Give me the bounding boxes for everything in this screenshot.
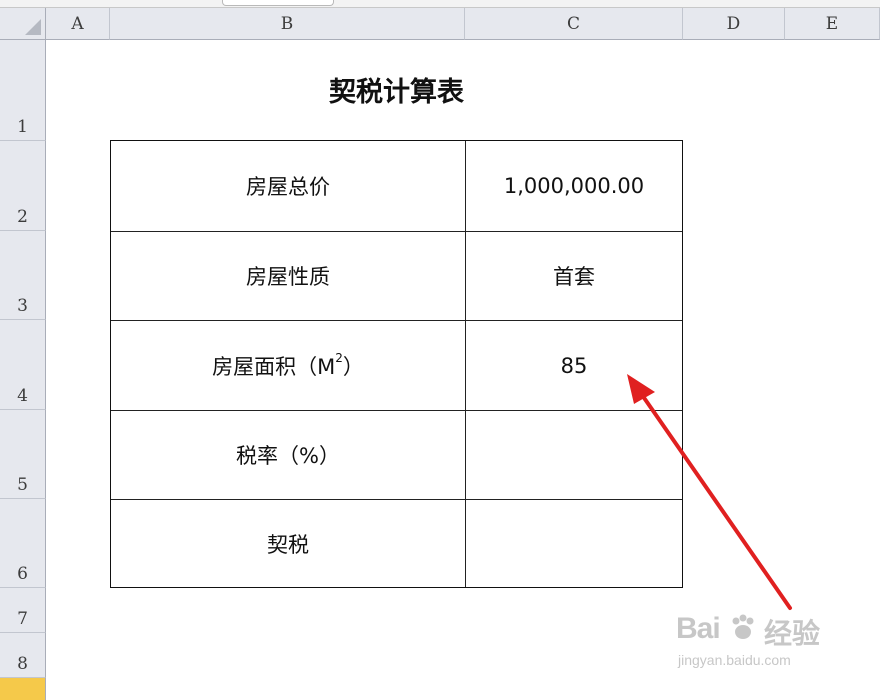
label-area-text: 房屋面积（M [212,354,336,379]
value-area: 85 [560,353,588,378]
watermark-url: jingyan.baidu.com [678,652,791,668]
cell-c2[interactable]: 1,000,000.00 [465,141,682,231]
baidu-jingyan-watermark: Bai 经验 jingyan.baidu.com [676,612,846,692]
label-tax-rate: 税率（%） [236,444,340,468]
label-area-tail: ） [342,354,364,379]
cell-c3[interactable]: 首套 [465,231,682,320]
cell-b2[interactable]: 房屋总价 [111,141,465,231]
column-header-c[interactable]: C [465,8,683,40]
label-area-superscript: 2 [335,350,343,365]
column-header-d[interactable]: D [683,8,785,40]
watermark-brand-chinese: 经验 [764,617,821,650]
row-header-5[interactable]: 5 [0,410,46,499]
value-property-type: 首套 [553,265,595,289]
row-header-6[interactable]: 6 [0,499,46,588]
cell-b4[interactable]: 房屋面积（M2） [111,320,465,410]
label-deed-tax: 契税 [267,532,309,557]
row-header-1[interactable]: 1 [0,40,46,141]
row-header-8[interactable]: 8 [0,633,46,678]
column-header-a[interactable]: A [46,8,110,40]
cell-b5[interactable]: 税率（%） [111,410,465,499]
sheet-title[interactable]: 契税计算表 [110,70,683,109]
label-property-type: 房屋性质 [246,265,330,289]
value-total-price: 1,000,000.00 [503,174,645,198]
label-area: 房屋面积（M2） [212,351,364,381]
row-header-4[interactable]: 4 [0,320,46,410]
tax-table: 房屋总价 1,000,000.00 房屋性质 首套 房屋面积（M2） 85 税率… [110,140,683,588]
select-all-icon [25,19,41,35]
cell-c5[interactable] [465,410,682,499]
row-header-9-selected[interactable] [0,678,46,700]
row-header-7[interactable]: 7 [0,588,46,633]
cell-c4[interactable]: 85 [465,320,682,410]
row-header-3[interactable]: 3 [0,231,46,320]
watermark-brand: Bai [676,612,721,645]
select-all-corner[interactable] [0,8,46,40]
column-header-b[interactable]: B [110,8,465,40]
label-total-price: 房屋总价 [246,175,330,199]
window-top-strip [0,0,880,8]
cell-b6[interactable]: 契税 [111,499,465,587]
row-header-2[interactable]: 2 [0,141,46,231]
paw-logo-icon [732,614,754,639]
cell-b3[interactable]: 房屋性质 [111,231,465,320]
column-header-e[interactable]: E [785,8,880,40]
sheet-tab-remnant[interactable] [222,0,334,6]
cell-c6[interactable] [465,499,682,587]
